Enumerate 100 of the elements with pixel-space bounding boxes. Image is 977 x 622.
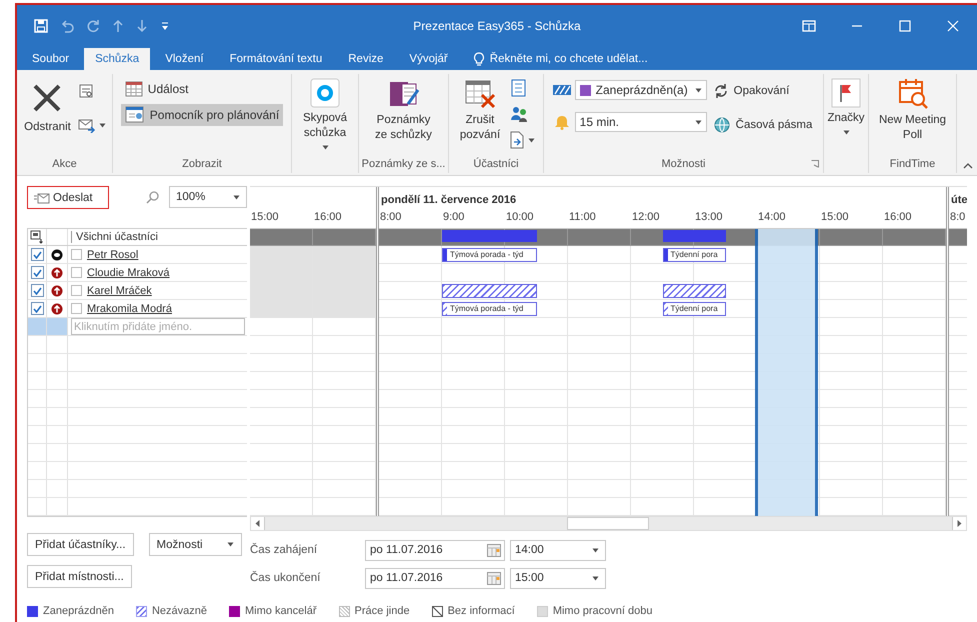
ribbon-tab[interactable]: Revize <box>337 48 394 70</box>
left-arrow-icon <box>255 520 260 527</box>
checkbox[interactable] <box>71 249 82 260</box>
group-label: Poznámky ze s... <box>362 158 446 170</box>
hour-label: 15:00 <box>251 211 279 223</box>
dropdown-field[interactable]: Zaneprázdněn(a) <box>574 80 707 100</box>
ribbon-button[interactable]: Časová pásma <box>710 114 814 136</box>
ribbon-tab[interactable]: Vložení <box>154 48 215 70</box>
column-header: Všichni účastníci <box>71 231 158 243</box>
send-icon <box>34 192 50 204</box>
up-arrow-icon[interactable] <box>112 18 124 32</box>
recurrence-icon <box>712 83 729 99</box>
ribbon-icon-button[interactable] <box>508 130 536 150</box>
ribbon-button[interactable]: Odstranit <box>22 76 73 137</box>
ribbon-button[interactable]: Zrušit pozvání <box>456 76 504 145</box>
scrollbar-thumb[interactable] <box>567 517 649 530</box>
redo-icon[interactable] <box>86 18 100 32</box>
selected-time-range[interactable] <box>755 229 818 516</box>
caret-icon <box>233 194 240 200</box>
group-label: Možnosti <box>661 158 706 170</box>
ribbon-display-icon[interactable] <box>802 20 816 32</box>
down-arrow-icon[interactable] <box>136 18 148 32</box>
flag-icon <box>831 78 861 108</box>
ribbon-button[interactable]: Poznámky ze schůzky <box>370 76 438 145</box>
time-dropdown[interactable]: 15:00 <box>510 568 606 588</box>
lightbulb-icon <box>472 52 485 66</box>
legend-label: Mimo kancelář <box>245 605 317 617</box>
checkbox[interactable] <box>30 248 44 261</box>
close-icon[interactable] <box>947 20 959 32</box>
appointment-block[interactable]: Týmová porada - týd <box>442 248 536 262</box>
calendar-icon[interactable] <box>487 572 501 584</box>
legend-label: Práce jinde <box>354 605 410 617</box>
checkbox[interactable] <box>71 303 82 314</box>
date-heading: úte <box>951 194 967 206</box>
view-icon <box>78 83 94 99</box>
calendar-icon <box>124 81 143 97</box>
ribbon-tab[interactable]: Vývojář <box>398 48 459 70</box>
appointment-block[interactable] <box>442 284 536 298</box>
group-label: FindTime <box>890 158 936 170</box>
maximize-icon[interactable] <box>899 20 911 32</box>
attendee-name[interactable]: Cloudie Mraková <box>87 266 170 278</box>
skype-icon <box>310 78 340 108</box>
calendar-icon[interactable] <box>487 544 501 556</box>
ribbon-button[interactable]: Pomocník pro plánování <box>120 104 284 126</box>
legend-label: Zaneprázdněn <box>43 605 114 617</box>
ribbon-button[interactable]: New Meeting Poll <box>874 76 950 145</box>
scheduling-icon <box>124 106 145 124</box>
address-book-icon <box>509 79 527 97</box>
ribbon-button[interactable]: Značky <box>825 76 867 137</box>
hour-label: 16:00 <box>314 211 342 223</box>
dropdown-field[interactable]: 15 min. <box>574 112 707 132</box>
name-input-field[interactable]: Kliknutím přidáte jméno. <box>71 318 245 335</box>
group-label: Účastníci <box>473 158 519 170</box>
tell-me-search[interactable]: Řekněte mi, co chcete udělat... <box>490 53 648 65</box>
collapse-ribbon-icon[interactable] <box>963 161 973 169</box>
scroll-left-button[interactable] <box>251 517 265 530</box>
ribbon-button[interactable]: Událost <box>120 78 284 100</box>
legend-label: Bez informací <box>448 605 515 617</box>
checkbox[interactable] <box>71 267 82 278</box>
appointment-block[interactable]: Týdenní pora <box>662 302 726 316</box>
add-attendees-button[interactable]: Přidat účastníky... <box>27 533 134 556</box>
checkbox[interactable] <box>30 284 44 297</box>
checkmark-icon <box>32 268 42 276</box>
time-dropdown[interactable]: 14:00 <box>510 540 606 560</box>
ribbon-tab[interactable]: Soubor <box>21 48 80 70</box>
scrollbar-track[interactable] <box>250 516 967 531</box>
scroll-right-button[interactable] <box>952 517 966 530</box>
add-rooms-button[interactable]: Přidat místnosti... <box>27 565 132 588</box>
people-icon <box>509 105 529 123</box>
legend-label: Nezávazně <box>152 605 207 617</box>
options-dropdown[interactable]: Možnosti <box>148 533 242 556</box>
hour-label: 10:00 <box>506 211 534 223</box>
envelope-icon <box>78 117 96 133</box>
zoom-dropdown[interactable]: 100% <box>169 186 247 208</box>
send-button[interactable]: Odeslat <box>27 186 109 209</box>
date-field[interactable]: po 11.07.2016 <box>365 568 505 588</box>
checkbox[interactable] <box>30 266 44 279</box>
dialog-launcher-icon[interactable] <box>811 160 819 168</box>
group-label: Zobrazit <box>182 158 222 170</box>
save-icon[interactable] <box>34 18 48 32</box>
field-label: Čas zahájení <box>250 544 318 556</box>
attendee-name[interactable]: Petr Rosol <box>87 248 138 260</box>
sort-icon[interactable] <box>30 230 44 244</box>
undo-icon[interactable] <box>60 18 74 32</box>
checkbox[interactable] <box>30 302 44 315</box>
checkbox[interactable] <box>71 285 82 296</box>
status-swatch-icon <box>580 84 591 96</box>
date-field[interactable]: po 11.07.2016 <box>365 540 505 560</box>
ribbon-tab[interactable]: Schůzka <box>84 48 150 70</box>
ribbon-button[interactable]: Opakování <box>710 80 814 102</box>
attendee-name[interactable]: Karel Mráček <box>87 284 152 296</box>
appointment-block[interactable]: Týdenní pora <box>662 248 726 262</box>
hour-label: 14:00 <box>758 211 786 223</box>
appointment-block[interactable] <box>662 284 726 298</box>
attendee-name[interactable]: Mrakomila Modrá <box>87 302 172 314</box>
checkmark-icon <box>32 286 42 294</box>
ribbon-button[interactable]: Skypová schůzka <box>297 76 353 152</box>
ribbon-tab[interactable]: Formátování textu <box>218 48 334 70</box>
window-title: Prezentace Easy365 - Schůzka <box>412 18 582 32</box>
appointment-block[interactable]: Týmová porada - týd <box>442 302 536 316</box>
